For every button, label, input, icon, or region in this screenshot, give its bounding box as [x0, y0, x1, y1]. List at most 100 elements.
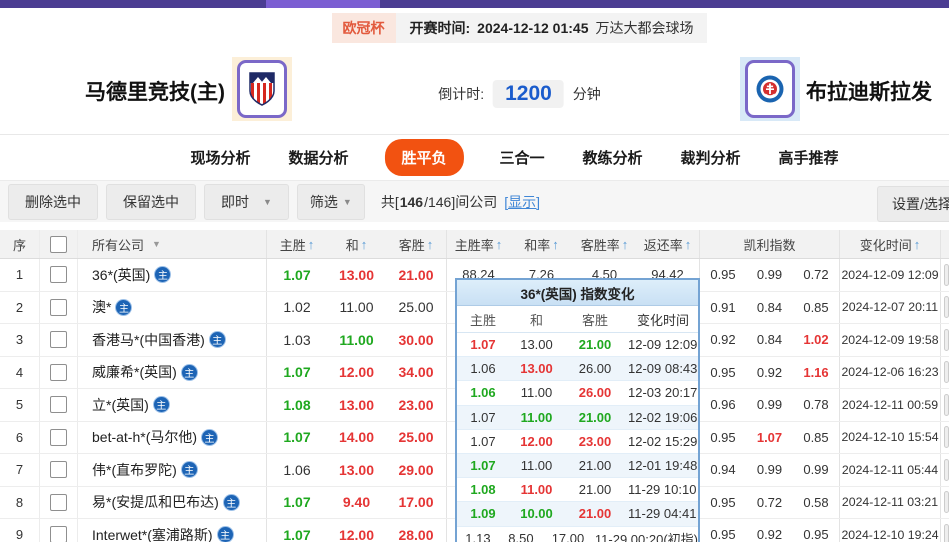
- analysis-tab[interactable]: 高手推荐: [777, 139, 841, 176]
- row-action-button[interactable]: [944, 361, 949, 383]
- kelly-away-value: 0.95: [793, 519, 840, 542]
- header-away-rate[interactable]: 客胜率 ↑: [573, 230, 636, 258]
- row-action-cell: [941, 519, 949, 542]
- popup-row: 1.07 13.00 21.00 12-09 12:09: [457, 333, 698, 357]
- popup-body: 1.07 13.00 21.00 12-09 12:09 1.06 13.00 …: [457, 333, 698, 542]
- popup-header-draw: 和: [509, 310, 564, 329]
- away-team-logo: [740, 57, 800, 121]
- company-name: 易*(安提瓜和巴布达): [92, 492, 219, 512]
- row-checkbox[interactable]: [50, 396, 67, 413]
- home-odds-value: 1.03: [267, 324, 327, 356]
- company-name: 36*(英国): [92, 265, 150, 285]
- company-cell[interactable]: 伟*(直布罗陀) 主: [78, 454, 267, 486]
- row-checkbox[interactable]: [50, 526, 67, 542]
- home-logo-frame: [237, 60, 287, 118]
- company-cell[interactable]: bet-at-h*(马尔他) 主: [78, 422, 267, 454]
- analysis-tab[interactable]: 现场分析: [188, 139, 252, 176]
- filter-dropdown[interactable]: 筛选 ▼: [297, 184, 365, 220]
- home-odds-value: 1.06: [267, 454, 327, 486]
- away-odds-value: 21.00: [386, 259, 447, 291]
- row-action-button[interactable]: [944, 524, 949, 542]
- company-cell[interactable]: 36*(英国) 主: [78, 259, 267, 291]
- kelly-draw-value: 0.84: [746, 324, 793, 356]
- company-cell[interactable]: 澳* 主: [78, 292, 267, 324]
- analysis-tab[interactable]: 胜平负: [384, 139, 463, 176]
- kelly-home-value: 0.92: [700, 324, 746, 356]
- row-checkbox[interactable]: [50, 331, 67, 348]
- header-change-time[interactable]: 变化时间 ↑: [840, 230, 941, 258]
- row-checkbox[interactable]: [50, 494, 67, 511]
- analysis-tab[interactable]: 数据分析: [286, 139, 350, 176]
- company-cell[interactable]: 立*(英国) 主: [78, 389, 267, 421]
- analysis-tab[interactable]: 教练分析: [581, 139, 645, 176]
- header-home-label: 主胜: [280, 235, 306, 254]
- company-cell[interactable]: 威廉希*(英国) 主: [78, 357, 267, 389]
- header-company[interactable]: 所有公司 ▼: [78, 230, 267, 258]
- row-action-button[interactable]: [944, 264, 949, 286]
- sort-up-icon: ↑: [308, 237, 315, 252]
- kelly-away-value: 0.85: [793, 292, 840, 324]
- row-select-cell: [40, 292, 78, 324]
- row-checkbox[interactable]: [50, 364, 67, 381]
- main-company-badge-icon: 主: [182, 462, 197, 477]
- popup-home-odds: 1.09: [457, 506, 509, 521]
- row-seq: 2: [0, 292, 40, 324]
- change-time-value: 2024-12-09 19:58: [840, 324, 941, 356]
- settings-select-button[interactable]: 设置/选择: [877, 186, 949, 222]
- show-link[interactable]: [显示]: [504, 192, 540, 212]
- header-draw-rate[interactable]: 和率 ↑: [510, 230, 573, 258]
- row-action-button[interactable]: [944, 296, 949, 318]
- draw-odds-value: 12.00: [327, 357, 386, 389]
- popup-header-row: 主胜 和 客胜 变化时间: [457, 306, 698, 333]
- home-odds-value: 1.08: [267, 389, 327, 421]
- header-seq[interactable]: 序: [0, 230, 40, 258]
- analysis-tab[interactable]: 三合一: [497, 139, 546, 176]
- odds-change-popup: 36*(英国) 指数变化 主胜 和 客胜 变化时间 1.07 13.00 21.…: [455, 278, 700, 542]
- company-cell[interactable]: 香港马*(中国香港) 主: [78, 324, 267, 356]
- delete-selected-button[interactable]: 删除选中: [8, 184, 98, 220]
- row-action-button[interactable]: [944, 491, 949, 513]
- select-all-checkbox[interactable]: [50, 236, 67, 253]
- header-draw-odds[interactable]: 和 ↑: [327, 230, 386, 258]
- draw-odds-value: 12.00: [327, 519, 386, 542]
- row-action-button[interactable]: [944, 394, 949, 416]
- popup-draw-odds: 12.00: [509, 434, 564, 449]
- league-badge: 欧冠杯: [332, 13, 396, 43]
- draw-odds-value: 11.00: [327, 324, 386, 356]
- popup-change-time: 12-02 19:06: [626, 410, 698, 425]
- change-time-value: 2024-12-11 05:44: [840, 454, 941, 486]
- analysis-tab[interactable]: 裁判分析: [679, 139, 743, 176]
- row-checkbox[interactable]: [50, 461, 67, 478]
- row-select-cell: [40, 357, 78, 389]
- draw-odds-value: 13.00: [327, 259, 386, 291]
- row-select-cell: [40, 324, 78, 356]
- row-action-button[interactable]: [944, 426, 949, 448]
- countdown-value: 1200: [493, 80, 564, 108]
- row-action-button[interactable]: [944, 459, 949, 481]
- company-cell[interactable]: 易*(安提瓜和巴布达) 主: [78, 487, 267, 519]
- header-return-rate[interactable]: 返还率 ↑: [636, 230, 700, 258]
- header-home-rate[interactable]: 主胜率 ↑: [447, 230, 510, 258]
- header-away-odds[interactable]: 客胜 ↑: [386, 230, 447, 258]
- row-seq: 5: [0, 389, 40, 421]
- away-odds-value: 28.00: [386, 519, 447, 542]
- header-home-odds[interactable]: 主胜 ↑: [267, 230, 327, 258]
- popup-away-odds: 23.00: [564, 434, 626, 449]
- sort-up-icon: ↑: [361, 237, 368, 252]
- top-progress-segment: [266, 0, 380, 8]
- popup-row: 1.07 11.00 21.00 12-02 19:06: [457, 406, 698, 430]
- company-cell[interactable]: Interwet*(塞浦路斯) 主: [78, 519, 267, 542]
- row-select-cell: [40, 454, 78, 486]
- row-checkbox[interactable]: [50, 429, 67, 446]
- row-action-button[interactable]: [944, 329, 949, 351]
- kelly-draw-value: 0.72: [746, 487, 793, 519]
- row-action-cell: [941, 422, 949, 454]
- away-team-name: 布拉迪斯拉发: [806, 76, 932, 106]
- live-dropdown[interactable]: 即时 ▼: [204, 184, 289, 220]
- row-checkbox[interactable]: [50, 266, 67, 283]
- keep-selected-button[interactable]: 保留选中: [106, 184, 196, 220]
- main-company-badge-icon: 主: [182, 365, 197, 380]
- popup-change-time: 12-03 20:17: [626, 385, 698, 400]
- row-checkbox[interactable]: [50, 299, 67, 316]
- company-name: 澳*: [92, 297, 111, 317]
